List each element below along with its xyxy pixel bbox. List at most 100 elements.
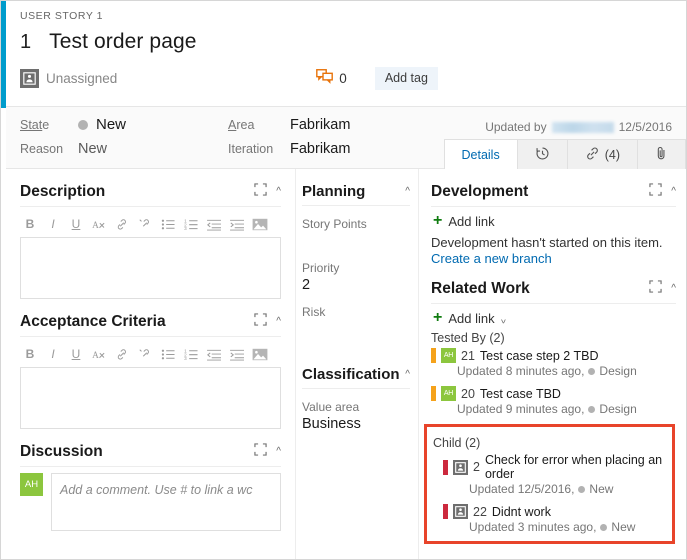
chevron-up-icon[interactable]: ^	[671, 187, 676, 197]
description-section: Description ^ B I U A 1 2 3	[20, 183, 281, 299]
expand-icon[interactable]	[649, 280, 662, 298]
svg-text:A: A	[92, 221, 99, 231]
work-item-type-bar	[443, 504, 448, 519]
link-group-tested-by: Tested By (2) AH 21 Test case step 2 TBD…	[431, 331, 676, 416]
bullet-list-icon[interactable]	[160, 216, 176, 232]
plus-icon: +	[433, 309, 443, 326]
value-area-value[interactable]: Business	[302, 416, 410, 433]
underline-icon[interactable]: U	[68, 216, 84, 232]
title-row: 1 Test order page	[20, 30, 672, 54]
chevron-up-icon[interactable]: ^	[276, 317, 281, 327]
numbered-list-icon[interactable]: 123	[183, 216, 199, 232]
clear-format-icon[interactable]: A	[91, 346, 107, 362]
state-field[interactable]: New	[78, 116, 228, 133]
reason-label: Reason	[20, 142, 64, 156]
description-input[interactable]	[20, 237, 281, 299]
comment-input[interactable]: Add a comment. Use # to link a wc	[51, 473, 281, 531]
state-dot-icon	[588, 367, 596, 375]
reason-value[interactable]: New	[78, 141, 228, 157]
acceptance-criteria-input[interactable]	[20, 367, 281, 429]
chevron-down-icon[interactable]: ^	[501, 313, 506, 324]
linked-item-title[interactable]: Test case step 2 TBD	[480, 349, 599, 363]
list-item[interactable]: AH 20 Test case TBD Updated 9 minutes ag…	[431, 386, 676, 416]
clear-format-icon[interactable]: A	[91, 216, 107, 232]
priority-value[interactable]: 2	[302, 277, 410, 294]
linked-item-title[interactable]: Test case TBD	[480, 387, 561, 401]
bold-icon[interactable]: B	[22, 216, 38, 232]
related-work-add-link-button[interactable]: + Add link ^	[433, 310, 676, 326]
risk-value[interactable]	[302, 321, 410, 338]
tab-details[interactable]: Details	[443, 139, 517, 170]
expand-icon[interactable]	[254, 443, 267, 461]
tab-history[interactable]	[516, 139, 567, 170]
development-title: Development	[431, 183, 529, 200]
work-item-type-bar	[431, 348, 436, 363]
area-label: Area	[228, 117, 255, 132]
work-item-title[interactable]: Test order page	[49, 30, 196, 54]
link-icon[interactable]	[114, 346, 130, 362]
planning-section: Planning ^ Story Points Priority 2 Risk	[302, 183, 410, 338]
list-item[interactable]: 22 Didnt work Updated 3 minutes ago, New	[443, 504, 666, 534]
expand-icon[interactable]	[649, 183, 662, 201]
chevron-up-icon[interactable]: ^	[671, 284, 676, 294]
outdent-icon[interactable]	[206, 216, 222, 232]
left-column: Description ^ B I U A 1 2 3 Acceptance C…	[6, 169, 295, 559]
acceptance-criteria-section: Acceptance Criteria ^ B I U A 1 2 3	[20, 313, 281, 429]
linked-item-updated: Updated 9 minutes ago,	[457, 402, 585, 416]
description-rich-text-toolbar: B I U A 123	[20, 213, 281, 237]
link-icon[interactable]	[114, 216, 130, 232]
bullet-list-icon[interactable]	[160, 346, 176, 362]
chevron-up-icon[interactable]: ^	[276, 187, 281, 197]
list-item[interactable]: 2 Check for error when placing an order …	[443, 453, 666, 496]
linked-item-id: 2	[473, 460, 480, 474]
right-column: Development ^ + Add link Development has…	[418, 169, 686, 559]
numbered-list-icon[interactable]: 123	[183, 346, 199, 362]
image-icon[interactable]	[252, 216, 268, 232]
underline-icon[interactable]: U	[68, 346, 84, 362]
plus-icon: +	[433, 212, 443, 229]
development-add-link-button[interactable]: + Add link	[433, 213, 676, 229]
indent-icon[interactable]	[229, 216, 245, 232]
italic-icon[interactable]: I	[45, 216, 61, 232]
create-branch-link[interactable]: Create a new branch	[431, 251, 676, 266]
assignee-name: Unassigned	[46, 71, 118, 86]
unlink-icon[interactable]	[137, 216, 153, 232]
link-group-label: Tested By (2)	[431, 331, 505, 345]
linked-item-title[interactable]: Check for error when placing an order	[485, 453, 666, 481]
linked-item-id: 20	[461, 386, 475, 401]
expand-icon[interactable]	[254, 313, 267, 331]
value-area-label: Value area	[302, 400, 360, 414]
outdent-icon[interactable]	[206, 346, 222, 362]
image-icon[interactable]	[252, 346, 268, 362]
work-item-id: 1	[20, 31, 32, 53]
linked-item-state: Design	[599, 402, 637, 416]
assigned-to-field[interactable]: Unassigned	[20, 69, 117, 88]
risk-label: Risk	[302, 305, 326, 319]
linked-item-state: New	[589, 482, 614, 496]
link-icon	[585, 146, 600, 164]
unlink-icon[interactable]	[137, 346, 153, 362]
area-value[interactable]: Fabrikam	[290, 117, 470, 133]
bold-icon[interactable]: B	[22, 346, 38, 362]
svg-text:3: 3	[184, 356, 187, 361]
indent-icon[interactable]	[229, 346, 245, 362]
related-work-title: Related Work	[431, 280, 530, 297]
tab-attachments[interactable]	[637, 139, 686, 170]
development-section: Development ^ + Add link Development has…	[431, 183, 676, 266]
chevron-up-icon[interactable]: ^	[405, 186, 410, 197]
work-item-type-bar	[431, 386, 436, 401]
story-points-value[interactable]	[302, 233, 410, 250]
chevron-up-icon[interactable]: ^	[405, 369, 410, 380]
linked-item-title[interactable]: Didnt work	[492, 505, 551, 519]
history-clock-icon	[535, 146, 550, 164]
expand-icon[interactable]	[254, 183, 267, 201]
tab-links[interactable]: (4)	[566, 139, 637, 170]
chevron-up-icon[interactable]: ^	[276, 447, 281, 457]
development-status-text: Development hasn't started on this item.	[431, 235, 663, 250]
state-value: New	[96, 116, 127, 133]
paperclip-attachment-icon	[655, 146, 668, 164]
discussion-count[interactable]: 0	[316, 68, 347, 89]
add-tag-button[interactable]: Add tag	[374, 67, 438, 90]
italic-icon[interactable]: I	[45, 346, 61, 362]
list-item[interactable]: AH 21 Test case step 2 TBD Updated 8 min…	[431, 348, 676, 378]
